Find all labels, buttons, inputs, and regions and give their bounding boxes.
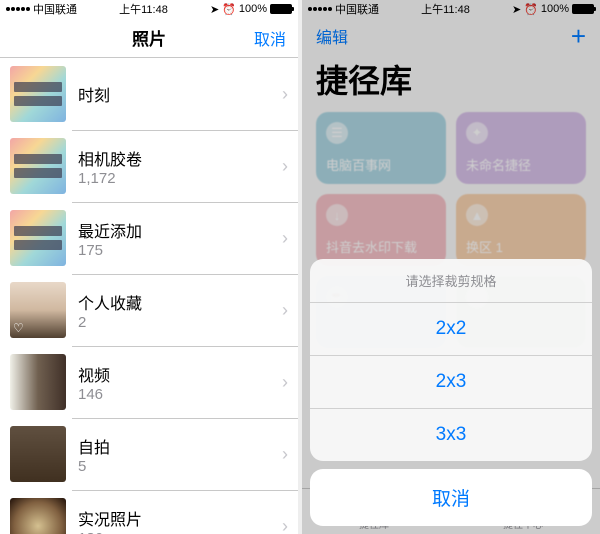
album-title: 个人收藏 — [78, 290, 282, 314]
sheet-cancel-button[interactable]: 取消 — [310, 469, 592, 526]
chevron-right-icon: › — [282, 300, 288, 321]
album-thumb — [10, 210, 66, 266]
chevron-right-icon: › — [282, 84, 288, 105]
album-count: 2 — [78, 314, 282, 331]
album-title: 时刻 — [78, 82, 282, 106]
battery-icon — [270, 4, 292, 14]
chevron-right-icon: › — [282, 156, 288, 177]
photos-picker-screen: 中国联通 上午11:48 ➤ ⏰ 100% 照片 取消 时刻 › 相机胶卷 1,… — [0, 0, 298, 534]
album-title: 实况照片 — [78, 506, 282, 530]
album-title: 相机胶卷 — [78, 146, 282, 170]
album-count: 1,172 — [78, 170, 282, 187]
sheet-option-2x2[interactable]: 2x2 — [310, 303, 592, 356]
heart-icon: ♡ — [13, 321, 24, 335]
album-count: 146 — [78, 386, 282, 403]
page-title: 照片 — [132, 25, 166, 50]
shortcuts-library-screen: 中国联通 上午11:48 ➤ ⏰ 100% 编辑 + 捷径库 ☰电脑百事网 ✦未… — [302, 0, 600, 534]
signal-icon — [6, 7, 30, 11]
status-bar: 中国联通 上午11:48 ➤ ⏰ 100% — [0, 0, 298, 18]
album-row-recent[interactable]: 最近添加 175 › — [0, 202, 298, 274]
carrier-label: 中国联通 — [33, 1, 77, 17]
battery-pct: 100% — [239, 3, 267, 15]
album-count: 186 — [78, 530, 282, 534]
album-row-selfies[interactable]: 自拍 5 › — [0, 418, 298, 490]
album-count: 175 — [78, 242, 282, 259]
album-thumb — [10, 426, 66, 482]
album-thumb — [10, 66, 66, 122]
album-list: 时刻 › 相机胶卷 1,172 › 最近添加 175 › ♡ 个人收藏 — [0, 58, 298, 534]
album-row-moments[interactable]: 时刻 › — [0, 58, 298, 130]
chevron-right-icon: › — [282, 444, 288, 465]
chevron-right-icon: › — [282, 516, 288, 534]
sheet-option-3x3[interactable]: 3x3 — [310, 409, 592, 461]
sheet-header: 请选择裁剪规格 — [310, 259, 592, 303]
album-thumb — [10, 138, 66, 194]
album-row-videos[interactable]: 视频 146 › — [0, 346, 298, 418]
album-title: 最近添加 — [78, 218, 282, 242]
chevron-right-icon: › — [282, 372, 288, 393]
album-thumb — [10, 354, 66, 410]
album-row-live[interactable]: 实况照片 186 › — [0, 490, 298, 534]
album-count: 5 — [78, 458, 282, 475]
cancel-button[interactable]: 取消 — [254, 26, 286, 50]
alarm-icon: ⏰ — [222, 3, 236, 16]
album-title: 自拍 — [78, 434, 282, 458]
chevron-right-icon: › — [282, 228, 288, 249]
status-time: 上午11:48 — [77, 1, 210, 17]
album-title: 视频 — [78, 362, 282, 386]
album-thumb: ♡ — [10, 282, 66, 338]
location-icon: ➤ — [210, 3, 219, 16]
album-row-cameraroll[interactable]: 相机胶卷 1,172 › — [0, 130, 298, 202]
album-row-favorites[interactable]: ♡ 个人收藏 2 › — [0, 274, 298, 346]
album-thumb — [10, 498, 66, 534]
navbar: 照片 取消 — [0, 18, 298, 58]
sheet-option-2x3[interactable]: 2x3 — [310, 356, 592, 409]
action-sheet: 请选择裁剪规格 2x2 2x3 3x3 取消 — [310, 259, 592, 526]
